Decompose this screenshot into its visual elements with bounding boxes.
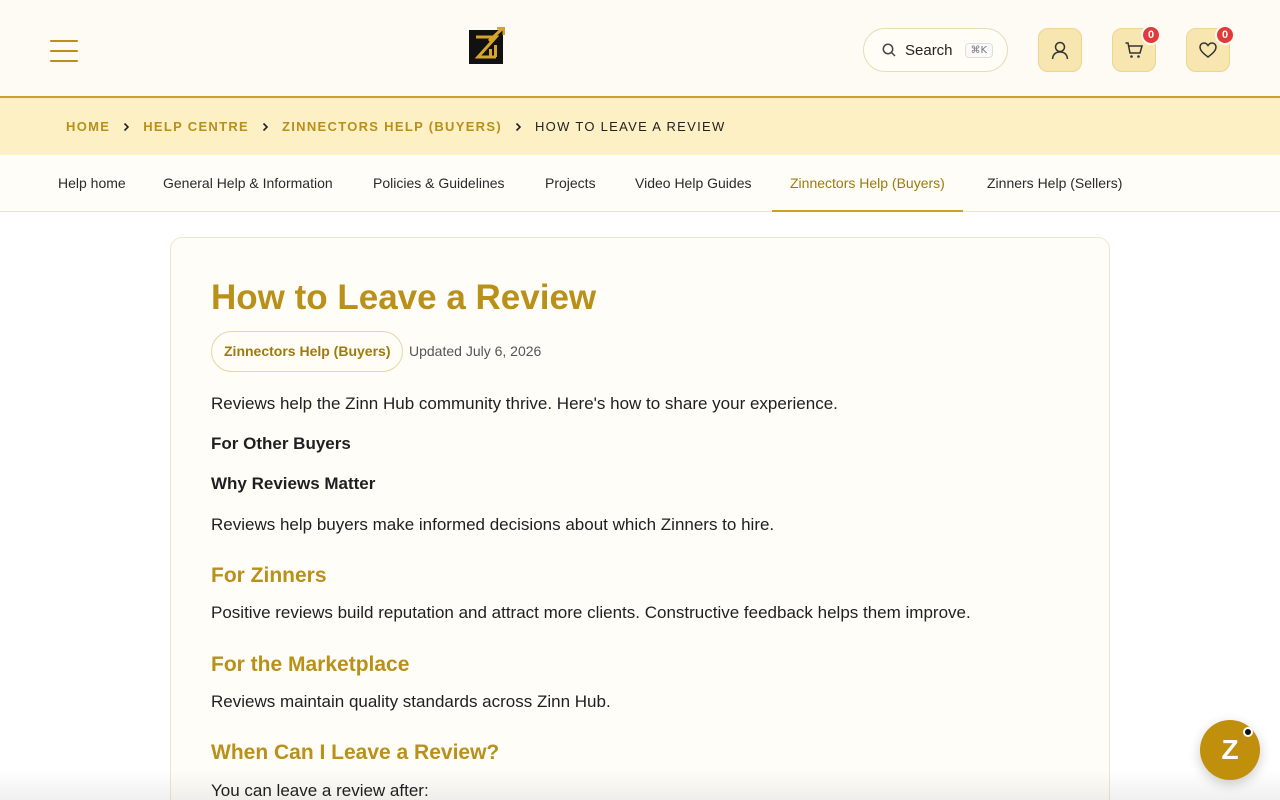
paragraph-marketplace: Reviews maintain quality standards acros… bbox=[211, 692, 611, 711]
paragraph-when: You can leave a review after: bbox=[211, 781, 429, 800]
search-label: Search bbox=[905, 41, 953, 59]
breadcrumb-help-centre[interactable]: HELP CENTRE bbox=[143, 119, 249, 134]
tab-help-home[interactable]: Help home bbox=[58, 155, 126, 212]
status-dot bbox=[1243, 727, 1253, 737]
category-tag[interactable]: Zinnectors Help (Buyers) bbox=[211, 331, 404, 372]
help-nav: Help home General Help & Information Pol… bbox=[0, 155, 1280, 212]
user-icon bbox=[1051, 41, 1069, 60]
article-card: How to Leave a Review Zinnectors Help (B… bbox=[170, 237, 1110, 800]
zinn-hub-logo[interactable] bbox=[469, 26, 506, 64]
tab-general-help[interactable]: General Help & Information bbox=[163, 155, 333, 212]
tab-projects[interactable]: Projects bbox=[545, 155, 596, 212]
search-button[interactable]: Search ⌘K bbox=[863, 28, 1008, 72]
cart-count-badge: 0 bbox=[1141, 25, 1161, 45]
chevron-right-icon bbox=[515, 122, 522, 132]
page-title: How to Leave a Review bbox=[211, 278, 597, 317]
search-shortcut: ⌘K bbox=[964, 42, 994, 58]
chevron-right-icon bbox=[123, 122, 130, 132]
intro-paragraph: Reviews help the Zinn Hub community thri… bbox=[211, 394, 838, 413]
bold-line-why-reviews: Why Reviews Matter bbox=[211, 474, 376, 493]
chat-assistant-button[interactable]: Z bbox=[1200, 720, 1260, 780]
paragraph-buyers: Reviews help buyers make informed decisi… bbox=[211, 515, 775, 534]
breadcrumb: HOME HELP CENTRE ZINNECTORS HELP (BUYERS… bbox=[0, 98, 1280, 155]
heading-when-review: When Can I Leave a Review? bbox=[211, 741, 500, 764]
chevron-right-icon bbox=[262, 122, 269, 132]
paragraph-zinners: Positive reviews build reputation and at… bbox=[211, 603, 971, 622]
search-icon bbox=[882, 43, 896, 57]
breadcrumb-zinnectors-help[interactable]: ZINNECTORS HELP (BUYERS) bbox=[282, 119, 502, 134]
heart-icon bbox=[1199, 42, 1217, 58]
tab-policies[interactable]: Policies & Guidelines bbox=[373, 155, 505, 212]
cart-button[interactable]: 0 bbox=[1112, 25, 1161, 72]
tab-zinners-help[interactable]: Zinners Help (Sellers) bbox=[987, 155, 1122, 212]
heading-for-zinners: For Zinners bbox=[211, 564, 327, 587]
wishlist-count-badge: 0 bbox=[1215, 25, 1235, 45]
tab-video-guides[interactable]: Video Help Guides bbox=[635, 155, 751, 212]
breadcrumb-home[interactable]: HOME bbox=[66, 119, 110, 134]
chat-label: Z bbox=[1221, 734, 1239, 765]
tab-zinnectors-help[interactable]: Zinnectors Help (Buyers) bbox=[772, 155, 963, 212]
wishlist-button[interactable]: 0 bbox=[1186, 25, 1235, 72]
menu-icon[interactable] bbox=[50, 40, 78, 62]
account-button[interactable] bbox=[1038, 28, 1082, 72]
heading-for-marketplace: For the Marketplace bbox=[211, 653, 410, 676]
cart-icon bbox=[1125, 42, 1143, 58]
updated-date: Updated July 6, 2026 bbox=[409, 343, 542, 359]
bold-line-other-buyers: For Other Buyers bbox=[211, 434, 351, 453]
breadcrumb-current: HOW TO LEAVE A REVIEW bbox=[534, 119, 726, 134]
site-header: Search ⌘K 0 0 bbox=[0, 0, 1280, 98]
